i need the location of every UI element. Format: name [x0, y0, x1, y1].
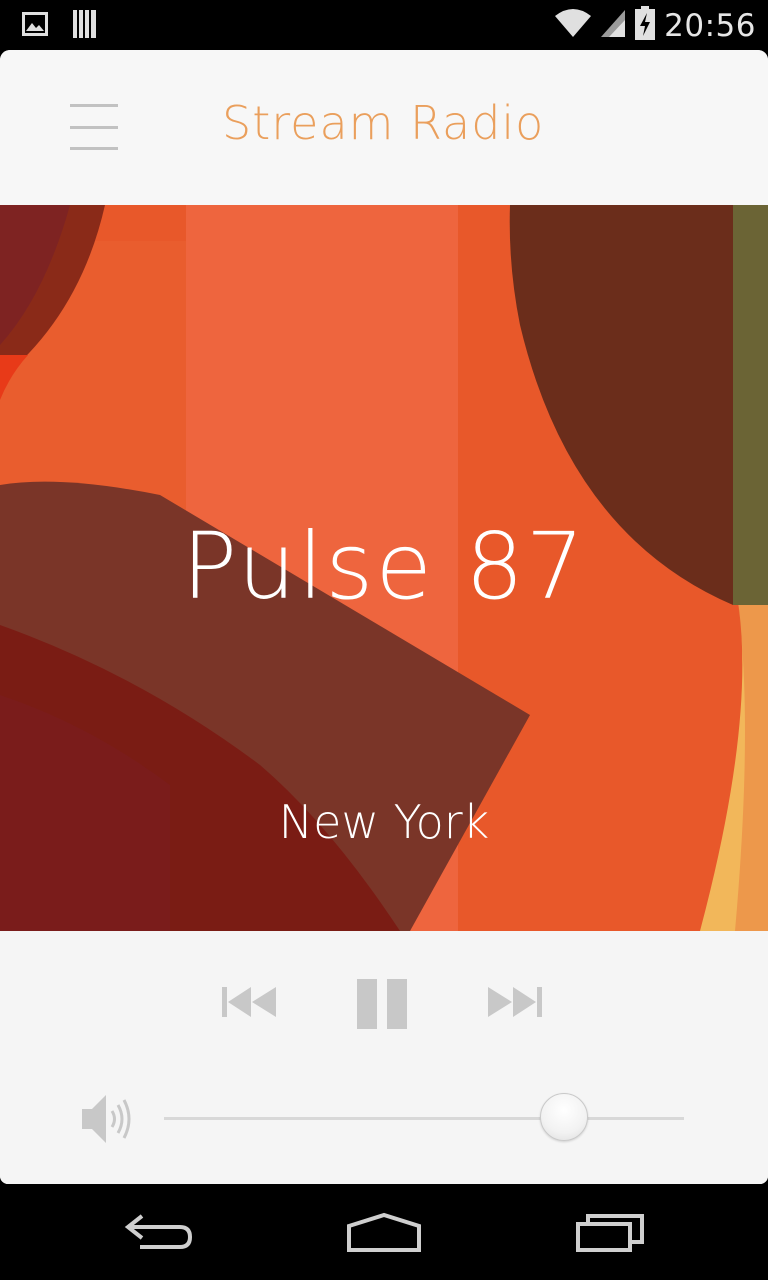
system-nav-bar — [0, 1184, 768, 1280]
hamburger-menu-icon[interactable] — [70, 104, 120, 150]
battery-charging-icon — [634, 6, 656, 45]
recents-icon[interactable] — [574, 1210, 646, 1254]
home-icon[interactable] — [346, 1210, 422, 1254]
app-card: Stream Radio Pulse 87 New York — [0, 50, 768, 1184]
volume-slider-thumb[interactable] — [540, 1093, 589, 1141]
station-name: Pulse 87 — [181, 513, 587, 620]
volume-icon[interactable] — [78, 1091, 134, 1147]
next-icon — [488, 987, 542, 1017]
previous-icon — [222, 987, 276, 1017]
wifi-icon — [554, 8, 592, 43]
back-icon[interactable] — [124, 1210, 196, 1254]
status-time: 20:56 — [664, 7, 756, 44]
player-controls — [0, 931, 768, 1184]
station-artwork: Pulse 87 New York — [0, 205, 768, 931]
station-city: New York — [278, 795, 490, 849]
next-button[interactable] — [486, 985, 544, 1019]
image-notification-icon — [22, 12, 48, 41]
pause-icon — [357, 979, 407, 1029]
previous-button[interactable] — [220, 985, 278, 1019]
app-title: Stream Radio — [222, 96, 545, 150]
pause-button[interactable] — [355, 977, 409, 1029]
volume-slider[interactable] — [164, 1093, 684, 1141]
status-bar: 20:56 — [0, 0, 768, 50]
storage-notification-icon — [72, 10, 98, 43]
cell-signal-icon — [600, 8, 626, 43]
app-header: Stream Radio — [0, 50, 768, 205]
